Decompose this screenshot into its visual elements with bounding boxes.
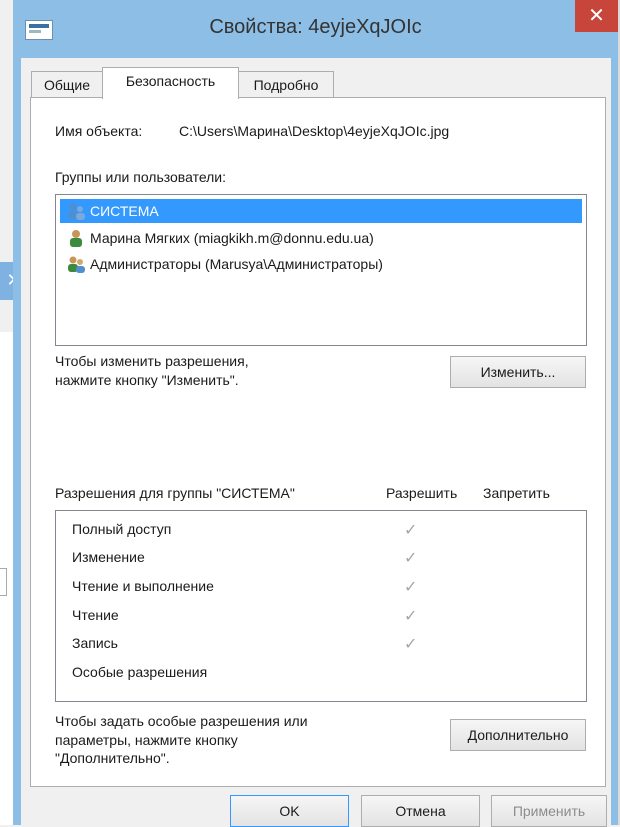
background-input-field (0, 568, 7, 596)
allow-check-icon: ✓ (404, 522, 418, 539)
permission-read-execute: Чтение и выполнение (72, 578, 214, 594)
change-hint-line1: Чтобы изменить разрешения, (55, 353, 249, 369)
advanced-button[interactable]: Дополнительно (450, 719, 586, 751)
change-hint-line2: нажмите кнопку "Изменить". (55, 372, 239, 388)
user-name: СИСТЕМА (90, 203, 159, 219)
group-users-icon (68, 203, 85, 220)
groups-listbox[interactable]: СИСТЕМА Марина Мягких (miagkikh.m@donnu.… (55, 194, 587, 346)
permission-read: Чтение (72, 607, 119, 623)
permissions-list[interactable]: Полный доступ ✓ Изменение ✓ Чтение и вып… (55, 510, 587, 702)
cancel-button[interactable]: Отмена (361, 795, 480, 827)
permissions-label: Разрешения для группы "СИСТЕМА" (55, 485, 295, 501)
apply-button[interactable]: Применить (491, 795, 607, 827)
tab-general[interactable]: Общие (31, 71, 103, 98)
dialog-title: Свойства: 4eyjeXqJOIc (209, 16, 422, 38)
groups-label: Группы или пользователи: (55, 169, 227, 185)
object-name-value: C:\Users\Марина\Desktop\4eyjeXqJOIc.jpg (179, 123, 450, 139)
permission-full-control: Полный доступ (72, 521, 172, 537)
user-name: Администраторы (Marusya\Администраторы) (90, 256, 383, 272)
allow-check-icon: ✓ (404, 550, 418, 567)
allow-check-icon: ✓ (404, 579, 418, 596)
list-item-system[interactable]: СИСТЕМА (60, 199, 582, 223)
allow-column-header: Разрешить (386, 485, 458, 501)
permission-special: Особые разрешения (72, 664, 208, 680)
dialog-titlebar[interactable]: Свойства: 4eyjeXqJOIc ✕ (13, 0, 618, 58)
dialog-client-area: Общие Безопасность Подробно Имя объекта:… (21, 58, 611, 827)
ok-button[interactable]: OK (230, 795, 349, 827)
advanced-hint-line3: "Дополнительно". (55, 750, 170, 766)
advanced-hint-line2: параметры, нажмите кнопку (55, 732, 238, 748)
close-button[interactable]: ✕ (575, 0, 618, 32)
list-item-marina[interactable]: Марина Мягких (miagkikh.m@donnu.edu.ua) (60, 226, 582, 250)
permission-write: Запись (72, 635, 118, 651)
permission-modify: Изменение (72, 549, 145, 565)
security-tab-panel: Имя объекта: C:\Users\Марина\Desktop\4ey… (30, 97, 606, 787)
deny-column-header: Запретить (483, 485, 550, 501)
advanced-hint-line1: Чтобы задать особые разрешения или (55, 713, 308, 729)
object-name-label: Имя объекта: (55, 123, 143, 139)
tab-security[interactable]: Безопасность (102, 67, 239, 99)
tab-details[interactable]: Подробно (238, 71, 334, 98)
group-users-icon (68, 256, 85, 273)
change-button[interactable]: Изменить... (450, 356, 586, 388)
user-name: Марина Мягких (miagkikh.m@donnu.edu.ua) (90, 230, 374, 246)
allow-check-icon: ✓ (404, 608, 418, 625)
allow-check-icon: ✓ (404, 636, 418, 653)
list-item-administrators[interactable]: Администраторы (Marusya\Администраторы) (60, 252, 582, 276)
properties-dialog: Свойства: 4eyjeXqJOIc ✕ Общие Безопаснос… (13, 0, 618, 827)
user-icon (70, 230, 82, 247)
